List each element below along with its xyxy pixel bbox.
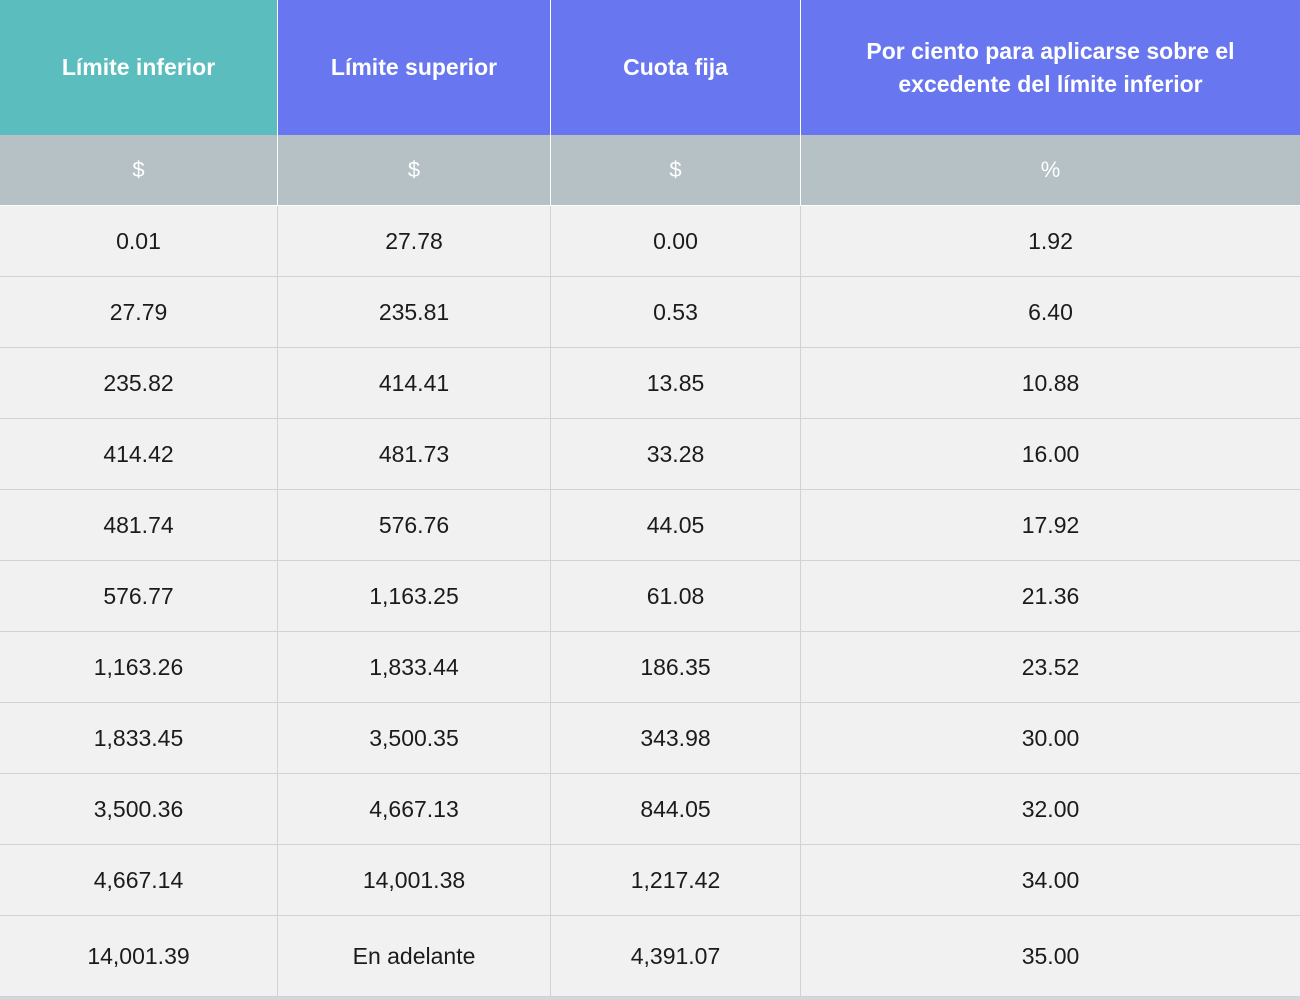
table-cell: 13.85	[551, 348, 801, 419]
table-cell: 4,391.07	[551, 916, 801, 997]
table-cell: 0.53	[551, 277, 801, 348]
unit-limite-superior: $	[278, 135, 551, 206]
table-cell: 34.00	[801, 845, 1300, 916]
header-limite-inferior: Límite inferior	[0, 0, 278, 135]
table-cell: 414.41	[278, 348, 551, 419]
table-cell: 1,163.26	[0, 632, 278, 703]
table-cell: 10.88	[801, 348, 1300, 419]
table-cell: 1,833.44	[278, 632, 551, 703]
table-cell: 14,001.39	[0, 916, 278, 997]
table-cell: 4,667.13	[278, 774, 551, 845]
table-cell: 3,500.35	[278, 703, 551, 774]
isr-rate-table: Límite inferior Límite superior Cuota fi…	[0, 0, 1300, 1000]
table-cell: 235.82	[0, 348, 278, 419]
unit-limite-inferior: $	[0, 135, 278, 206]
table-cell: 23.52	[801, 632, 1300, 703]
table-cell: 576.76	[278, 490, 551, 561]
table-cell: 16.00	[801, 419, 1300, 490]
table-cell: 61.08	[551, 561, 801, 632]
table-cell: 1.92	[801, 206, 1300, 277]
unit-cuota-fija: $	[551, 135, 801, 206]
header-cuota-fija: Cuota fija	[551, 0, 801, 135]
table-cell: 576.77	[0, 561, 278, 632]
table-cell: 0.00	[551, 206, 801, 277]
table-cell: 27.78	[278, 206, 551, 277]
table-cell: 17.92	[801, 490, 1300, 561]
table-cell: 32.00	[801, 774, 1300, 845]
table-cell: 481.73	[278, 419, 551, 490]
table-cell: 844.05	[551, 774, 801, 845]
table-cell: 1,833.45	[0, 703, 278, 774]
unit-por-ciento: %	[801, 135, 1300, 206]
header-limite-superior: Límite superior	[278, 0, 551, 135]
table-cell: 44.05	[551, 490, 801, 561]
table-cell: 4,667.14	[0, 845, 278, 916]
table-cell: En adelante	[278, 916, 551, 997]
table-cell: 1,163.25	[278, 561, 551, 632]
table-cell: 21.36	[801, 561, 1300, 632]
table-cell: 14,001.38	[278, 845, 551, 916]
table-cell: 35.00	[801, 916, 1300, 997]
table-cell: 186.35	[551, 632, 801, 703]
table-cell: 1,217.42	[551, 845, 801, 916]
table-cell: 481.74	[0, 490, 278, 561]
header-por-ciento: Por ciento para aplicarse sobre el exced…	[801, 0, 1300, 135]
table-cell: 235.81	[278, 277, 551, 348]
table-cell: 414.42	[0, 419, 278, 490]
table-cell: 27.79	[0, 277, 278, 348]
table-cell: 30.00	[801, 703, 1300, 774]
table-cell: 3,500.36	[0, 774, 278, 845]
table-cell: 0.01	[0, 206, 278, 277]
table-cell: 343.98	[551, 703, 801, 774]
table-cell: 33.28	[551, 419, 801, 490]
table-cell: 6.40	[801, 277, 1300, 348]
